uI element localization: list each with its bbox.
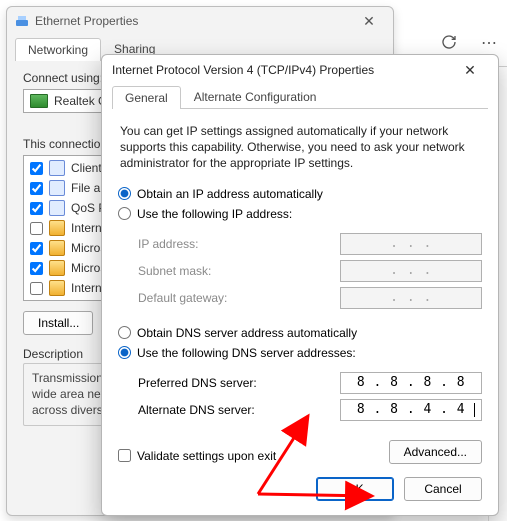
ipv4-properties-window: Internet Protocol Version 4 (TCP/IPv4) P… [101,54,499,516]
tab-networking[interactable]: Networking [15,38,101,61]
client-icon [49,200,65,216]
subnet-mask-label: Subnet mask: [138,264,211,278]
radio-dns-auto[interactable]: Obtain DNS server address automatically [118,326,482,340]
item-checkbox[interactable] [30,202,43,215]
protocol-icon [49,240,65,256]
connection-icon [15,14,29,28]
protocol-icon [49,280,65,296]
preferred-dns-field[interactable]: 8 . 8 . 8 . 8 [340,372,482,394]
client-icon [49,160,65,176]
tab-general[interactable]: General [112,86,181,109]
install-button[interactable]: Install... [23,311,93,335]
ok-button[interactable]: OK [316,477,394,501]
tab-alternate-configuration[interactable]: Alternate Configuration [181,85,330,108]
client-icon [49,180,65,196]
close-icon[interactable]: ✕ [452,59,488,81]
advanced-button[interactable]: Advanced... [389,440,482,464]
ipv4-title: Internet Protocol Version 4 (TCP/IPv4) P… [112,63,374,77]
validate-settings-checkbox[interactable]: Validate settings upon exit [118,449,276,463]
refresh-icon[interactable] [441,34,457,53]
radio-dns-manual[interactable]: Use the following DNS server addresses: [118,346,482,360]
default-gateway-label: Default gateway: [138,291,227,305]
alternate-dns-label: Alternate DNS server: [138,403,255,417]
radio-ip-manual[interactable]: Use the following IP address: [118,207,482,221]
cancel-button[interactable]: Cancel [404,477,482,501]
validate-settings-label: Validate settings upon exit [137,449,276,463]
radio-dns-manual-label: Use the following DNS server addresses: [137,346,356,360]
radio-ip-manual-label: Use the following IP address: [137,207,292,221]
item-checkbox[interactable] [30,282,43,295]
radio-ip-auto-label: Obtain an IP address automatically [137,187,323,201]
default-gateway-field: . . . [340,287,482,309]
radio-dns-auto-label: Obtain DNS server address automatically [137,326,357,340]
item-checkbox[interactable] [30,222,43,235]
ethernet-titlebar[interactable]: Ethernet Properties ✕ [7,7,393,35]
ipv4-tabs: General Alternate Configuration [112,85,488,109]
radio-ip-auto[interactable]: Obtain an IP address automatically [118,187,482,201]
item-checkbox[interactable] [30,262,43,275]
adapter-name: Realtek G [54,94,107,108]
ethernet-title: Ethernet Properties [35,14,138,28]
preferred-dns-label: Preferred DNS server: [138,376,257,390]
close-icon[interactable]: ✕ [353,11,385,31]
item-checkbox[interactable] [30,242,43,255]
protocol-icon [49,260,65,276]
ip-address-label: IP address: [138,237,198,251]
ipv4-titlebar[interactable]: Internet Protocol Version 4 (TCP/IPv4) P… [102,55,498,85]
item-checkbox[interactable] [30,182,43,195]
ip-address-field: . . . [340,233,482,255]
protocol-icon [49,220,65,236]
item-checkbox[interactable] [30,162,43,175]
more-icon[interactable]: ⋯ [481,33,497,53]
intro-text: You can get IP settings assigned automat… [120,123,480,172]
subnet-mask-field: . . . [340,260,482,282]
adapter-icon [30,94,48,108]
alternate-dns-field[interactable]: 8 . 8 . 4 . 4 [340,399,482,421]
